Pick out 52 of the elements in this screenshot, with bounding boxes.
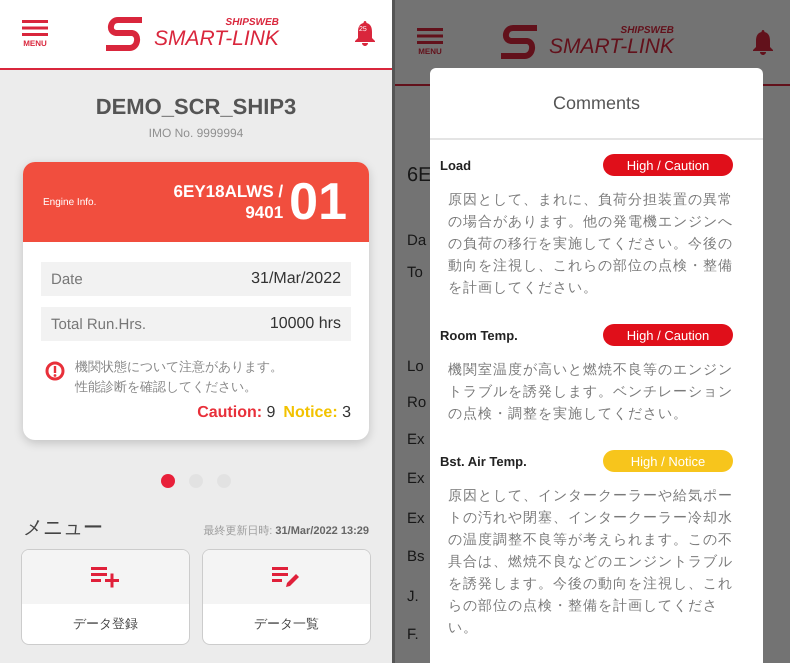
ship-name: DEMO_SCR_SHIP3 [96, 94, 296, 120]
bell-icon[interactable] [752, 29, 774, 55]
brand-title: SMART-LINK [549, 36, 674, 58]
list-row-label: F. [407, 626, 419, 643]
imo-number: IMO No. 9999994 [148, 126, 244, 140]
info-label: Date [51, 270, 83, 288]
comment-label: Room Temp. [440, 328, 518, 342]
list-row-label: Ex [407, 510, 425, 527]
comment-text: 原因として、まれに、負荷分担装置の異常の場合があります。他の発電機エンジンへの負荷の移行を実施してください。今後の動向を注視し、これらの部位の点検・整備を計画してください。 [448, 190, 734, 297]
list-row-label: To [407, 264, 423, 281]
menu-icon [22, 20, 48, 36]
engine-info-label: Engine Info. [43, 196, 96, 208]
alert-icon [45, 361, 65, 381]
list-row-label: Bs [407, 548, 425, 565]
menu-button[interactable]: MENU [22, 20, 48, 48]
status-count: Notice: 3 [283, 404, 351, 422]
engine-model: 6EY18ALWS / [174, 180, 284, 202]
brand-subtitle: SHIPSWEB [226, 18, 279, 28]
comment-label: Load [440, 158, 472, 172]
engine-serial: 9401 [245, 202, 284, 224]
info-value: 10000 hrs [270, 315, 341, 333]
list-row-label: Da [407, 232, 426, 249]
menu-tile-button[interactable]: データ登録 [21, 549, 190, 645]
menu-title: メニュー [23, 516, 103, 541]
list-row-label: Ro [407, 394, 426, 411]
dialog-title: Comments [430, 68, 763, 140]
status-badge: High / Caution [603, 324, 733, 346]
list-row-label: Ex [407, 431, 425, 448]
comment-text: 機関室温度が高いと燃焼不良等のエンジントラブルを誘発します。ベンチレーションの点検・調整を実施してください。 [448, 360, 734, 423]
list-add-icon [90, 566, 120, 588]
status-badge: High / Notice [603, 450, 733, 472]
info-value: 31/Mar/2022 [251, 270, 341, 288]
brand-subtitle: SHIPSWEB [620, 26, 674, 36]
list-edit-icon [272, 566, 302, 588]
brand-title: SMART-LINK [154, 28, 279, 50]
menu-icon [417, 28, 443, 44]
bell-icon [354, 20, 376, 46]
status-badge: High / Caution [603, 154, 733, 176]
comment-text: 原因として、インタークーラーや給気ポートの汚れや閉塞、インタークーラー冷却水の温度調整不良等が考えられます。この不具合は、燃焼不良などのエンジントラブルを誘発します。今後の動向を注視し、これらの部位の点検・整備を計画してください。 [448, 486, 734, 637]
engine-number: 01 [289, 172, 347, 232]
menu-tile-button[interactable]: データ一覧 [202, 549, 371, 645]
alert-message: 機関状態について注意があります。性能診断を確認してください。 [75, 358, 284, 396]
info-label: Total Run.Hrs. [51, 316, 146, 332]
list-row-label: Lo [407, 358, 424, 375]
list-row-label: J. [407, 588, 419, 605]
page-dot[interactable] [161, 474, 175, 488]
list-row-label: 6E [407, 164, 432, 187]
status-count: Caution: 9 [197, 404, 276, 422]
comment-label: Bst. Air Temp. [440, 454, 527, 468]
menu-button[interactable]: MENU [417, 28, 443, 56]
last-updated: 最終更新日時: 31/Mar/2022 13:29 [203, 524, 369, 538]
list-row-label: Ex [407, 470, 425, 487]
